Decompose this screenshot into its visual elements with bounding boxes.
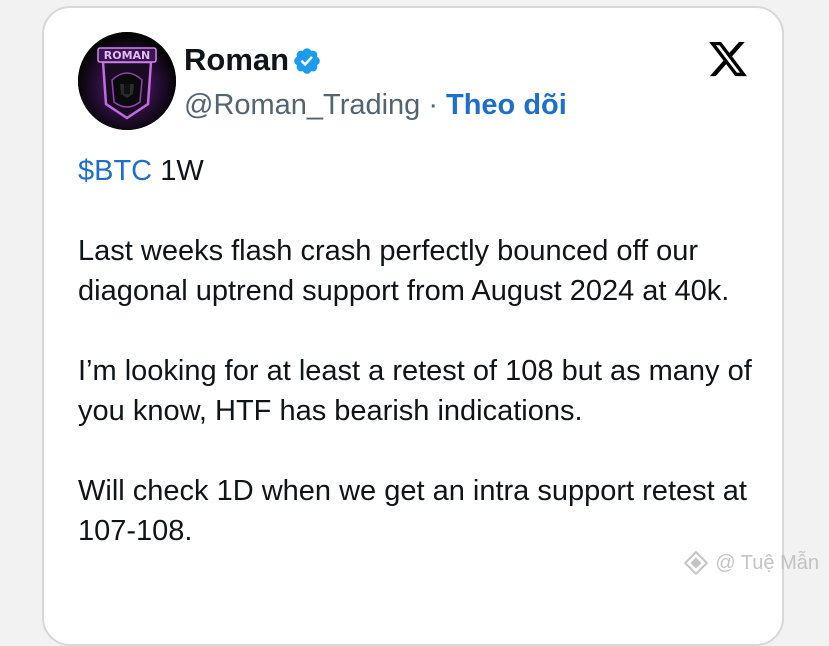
tweet-line-ticker: $BTC 1W	[78, 151, 768, 191]
author-meta-row: @Roman_Trading·Theo dõi	[184, 83, 567, 127]
timeframe-text: 1W	[152, 155, 204, 187]
tweet-text: $BTC 1W Last weeks flash crash perfectly…	[78, 151, 768, 551]
author-handle[interactable]: @Roman_Trading	[184, 89, 420, 121]
diamond-logo-icon	[683, 550, 709, 576]
watermark: @ Tuệ Mẫn	[683, 550, 819, 576]
tweet-card: ROMAN Roman @Roman_Trading·Theo dõi $BTC…	[42, 6, 784, 646]
x-logo-icon[interactable]	[706, 38, 750, 80]
tweet-paragraph: Will check 1D when we get an intra suppo…	[78, 471, 768, 551]
avatar[interactable]: ROMAN	[78, 32, 176, 130]
verified-badge-icon	[292, 46, 322, 76]
avatar-logo-text: ROMAN	[104, 49, 151, 62]
cashtag-link[interactable]: $BTC	[78, 155, 152, 187]
follow-button[interactable]: Theo dõi	[446, 89, 567, 121]
tweet-paragraph: Last weeks flash crash perfectly bounced…	[78, 231, 768, 311]
separator-dot: ·	[428, 89, 438, 121]
author-display-name[interactable]: Roman	[184, 41, 289, 79]
watermark-text: @ Tuệ Mẫn	[715, 552, 819, 575]
tweet-paragraph: I’m looking for at least a retest of 108…	[78, 351, 768, 431]
avatar-logo: ROMAN	[78, 32, 176, 130]
